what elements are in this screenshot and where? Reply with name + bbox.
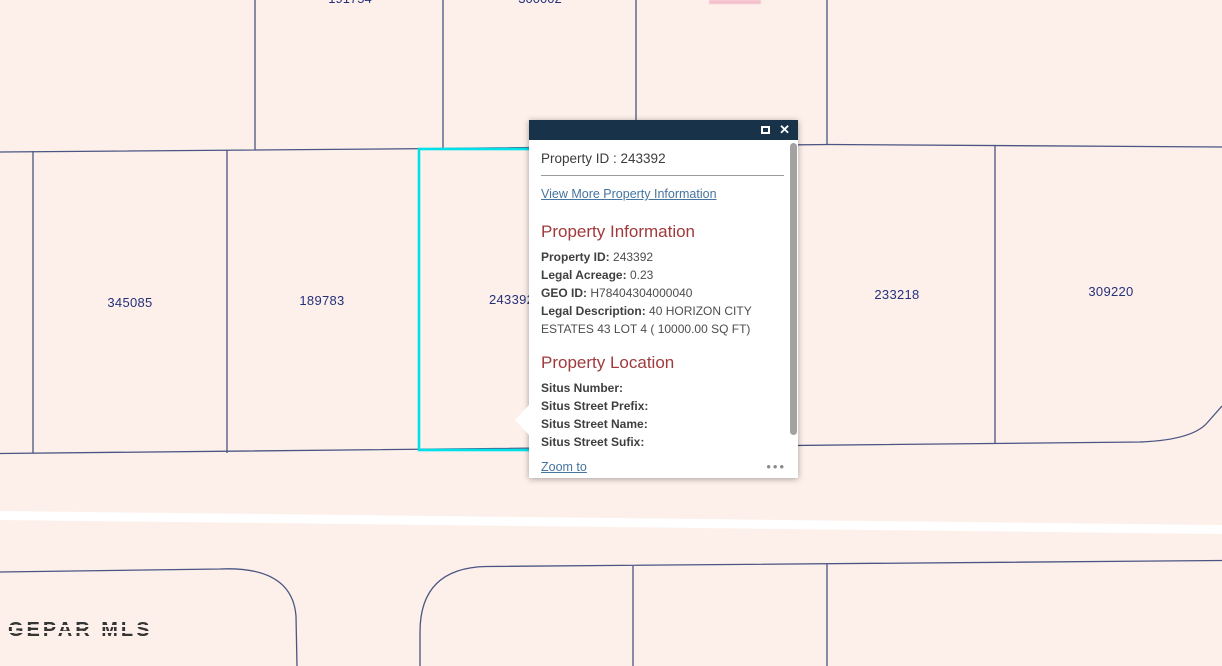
road-band: [0, 511, 1222, 534]
field-situs-street-name: Situs Street Name:: [541, 415, 784, 433]
parcel-label: 309220: [1088, 284, 1134, 299]
field-situs-street-prefix: Situs Street Prefix:: [541, 397, 784, 415]
field-situs-street-sufix: Situs Street Sufix:: [541, 433, 784, 451]
property-popup: ✕ Property ID : 243392 View More Propert…: [515, 120, 798, 478]
parcel-label: 233218: [874, 287, 920, 302]
popup-scrollbar[interactable]: [789, 142, 797, 453]
field-value: H78404304000040: [590, 286, 693, 300]
title-separator: [541, 175, 784, 176]
field-legal-description: Legal Description: 40 HORIZON CITY ESTAT…: [541, 302, 784, 338]
field-legal-acreage: Legal Acreage: 0.23: [541, 266, 784, 284]
field-situs-number: Situs Number:: [541, 379, 784, 397]
parcel-label-clipped-pink: [709, 0, 761, 4]
selected-parcel-label: 243392: [489, 292, 535, 307]
parcel-label: 345085: [107, 295, 153, 310]
field-value: 243392: [613, 250, 654, 264]
field-label: Legal Acreage:: [541, 268, 627, 282]
popup-content: Property ID : 243392 View More Property …: [529, 140, 798, 455]
field-value: 0.23: [629, 268, 654, 282]
view-more-property-information-link[interactable]: View More Property Information: [541, 187, 717, 201]
popup-header: ✕: [529, 120, 798, 140]
zoom-to-link[interactable]: Zoom to: [541, 460, 587, 474]
popup-footer: Zoom to •••: [529, 455, 798, 478]
maximize-icon[interactable]: [761, 126, 771, 134]
watermark-stripe: [6, 625, 157, 627]
field-label: Situs Street Prefix:: [541, 399, 649, 413]
more-options-icon[interactable]: •••: [766, 460, 786, 473]
field-geo-id: GEO ID: H78404304000040: [541, 284, 784, 302]
property-information-heading: Property Information: [541, 222, 696, 241]
popup-title: Property ID : 243392: [541, 151, 666, 166]
property-location-heading: Property Location: [541, 353, 675, 372]
field-property-id: Property ID: 243392: [541, 248, 784, 266]
field-label: Situs Street Sufix:: [541, 435, 645, 449]
parcel-label: 189783: [299, 293, 345, 308]
gis-map-viewer: 345085 189783 243392 233218 309220 19175…: [0, 0, 1222, 666]
close-icon[interactable]: ✕: [779, 123, 790, 136]
gepar-mls-watermark: GEPAR MLS: [6, 619, 157, 642]
watermark-stripe: [6, 631, 157, 633]
parcel-label-clipped: 300002: [518, 0, 561, 6]
field-label: Legal Description:: [541, 304, 646, 318]
field-label: Property ID:: [541, 250, 610, 264]
parcel-label-clipped: 191754: [328, 0, 371, 6]
field-label: GEO ID:: [541, 286, 588, 300]
field-label: Situs Number:: [541, 381, 624, 395]
popup-callout-arrow: [515, 404, 530, 436]
field-label: Situs Street Name:: [541, 417, 648, 431]
popup-scrollbar-thumb[interactable]: [790, 143, 797, 435]
